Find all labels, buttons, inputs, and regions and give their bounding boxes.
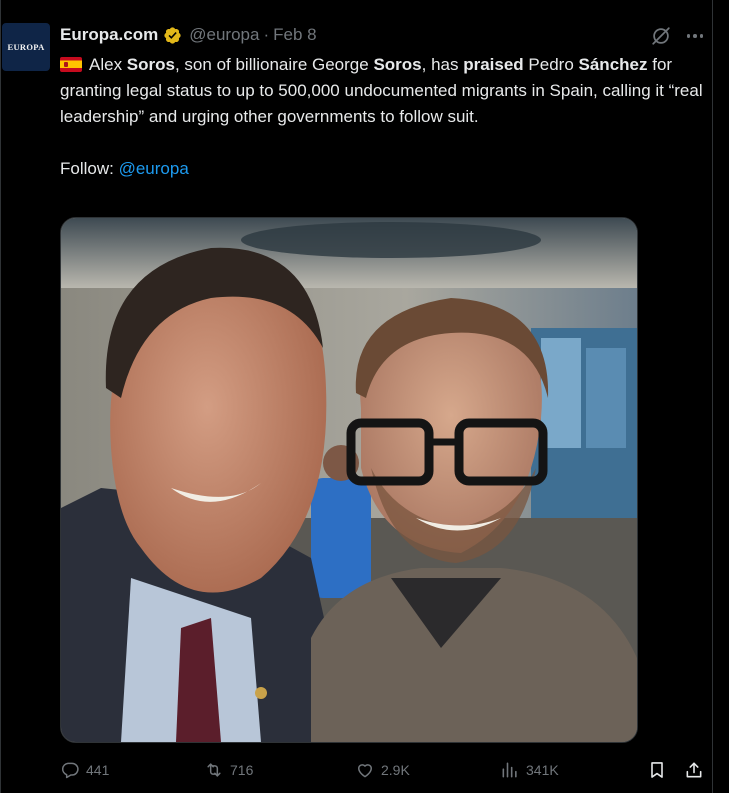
bookmark-icon <box>651 762 663 778</box>
verified-badge-icon <box>164 26 181 44</box>
share-button[interactable] <box>684 756 704 784</box>
views-icon <box>502 762 517 778</box>
timeline-border-right <box>712 0 713 793</box>
photo-illustration <box>61 218 637 742</box>
separator-dot: · <box>263 25 270 44</box>
avatar-logo-text: EUROPA <box>7 42 45 52</box>
repost-button[interactable]: 716 <box>204 756 253 784</box>
repost-count: 716 <box>230 762 254 778</box>
like-button[interactable]: 2.9K <box>355 756 410 784</box>
tweet-date[interactable]: Feb 8 <box>273 25 316 45</box>
tweet-actions: 441 716 2.9K 341K <box>60 756 712 784</box>
view-count: 341K <box>526 762 559 778</box>
avatar[interactable]: EUROPA <box>2 23 50 71</box>
reply-button[interactable]: 441 <box>60 756 109 784</box>
author-handle[interactable]: @europa <box>189 25 259 45</box>
text-fragment-bold: praised <box>463 55 524 74</box>
grok-icon[interactable] <box>650 25 672 47</box>
text-fragment: , has <box>421 55 464 74</box>
mention-link[interactable]: @europa <box>119 159 189 178</box>
text-fragment-bold: Soros <box>126 55 175 74</box>
text-fragment-bold: Sánchez <box>578 55 648 74</box>
share-icon <box>686 762 702 778</box>
tweet-photo[interactable] <box>60 217 638 743</box>
tweet-header: Europa.com @europa · Feb 8 <box>60 24 317 46</box>
like-count: 2.9K <box>381 762 410 778</box>
timeline-border-left <box>0 0 1 793</box>
tweet-body: Alex Soros, son of billionaire George So… <box>60 52 712 130</box>
views-button[interactable]: 341K <box>500 756 559 784</box>
like-icon <box>358 764 372 778</box>
repost-icon <box>207 763 221 777</box>
author-name[interactable]: Europa.com <box>60 25 158 45</box>
more-icon[interactable] <box>683 24 707 48</box>
spain-flag-icon <box>60 57 82 72</box>
reply-icon <box>61 762 79 779</box>
tweet-text: Alex Soros, son of billionaire George So… <box>60 52 712 182</box>
text-fragment: Pedro <box>523 55 579 74</box>
text-fragment-bold: Soros <box>373 55 422 74</box>
text-fragment: , son of billionaire George <box>174 55 374 74</box>
follow-line: Follow: @europa <box>60 156 712 182</box>
reply-count: 441 <box>86 762 110 778</box>
text-fragment: Alex <box>89 55 127 74</box>
bookmark-button[interactable] <box>647 756 667 784</box>
follow-label: Follow: <box>60 159 119 178</box>
